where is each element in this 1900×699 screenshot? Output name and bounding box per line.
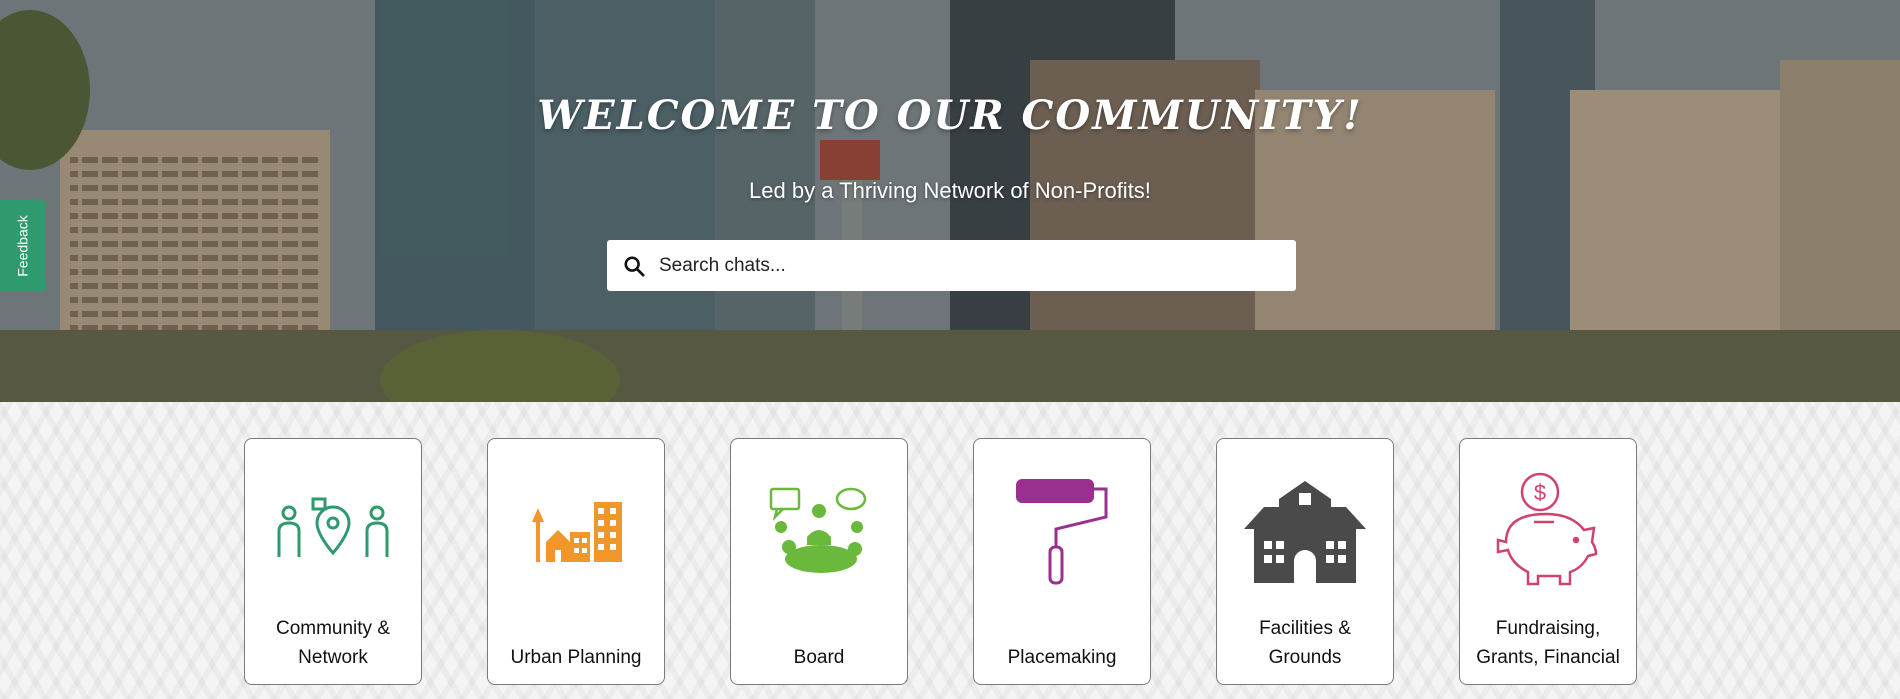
category-card-board[interactable]: Board <box>730 438 908 685</box>
category-card-urban-planning[interactable]: Urban Planning <box>487 438 665 685</box>
category-label: Community & Network <box>275 618 391 668</box>
school-building-icon <box>1244 481 1366 583</box>
hero-title: Welcome to our community! <box>537 92 1363 139</box>
piggy-bank-icon: $ <box>1496 472 1598 586</box>
search-icon <box>624 255 645 277</box>
search-bar[interactable] <box>607 240 1296 291</box>
hero-subtitle: Led by a Thriving Network of Non-Profits… <box>749 178 1151 203</box>
category-card-placemaking[interactable]: Placemaking <box>973 438 1151 685</box>
city-buildings-icon <box>532 502 622 562</box>
category-card-facilities-grounds[interactable]: Facilities & Grounds <box>1216 438 1394 685</box>
svg-text:$: $ <box>1534 480 1546 505</box>
community-network-icon <box>277 497 389 557</box>
category-label: Placemaking <box>1007 647 1117 668</box>
category-label: Facilities & Grounds <box>1259 618 1351 668</box>
hero-banner: Welcome to our community! Led by a Thriv… <box>0 0 1900 402</box>
search-input[interactable] <box>657 253 1281 278</box>
category-label: Board <box>793 647 845 668</box>
category-card-fundraising[interactable]: $ Fundraising, Grants, Financial <box>1459 438 1637 685</box>
board-meeting-icon <box>769 487 867 573</box>
category-label: Urban Planning <box>510 647 642 668</box>
paint-roller-icon <box>1016 479 1108 585</box>
feedback-tab[interactable]: Feedback <box>0 200 46 292</box>
category-label: Fundraising, Grants, Financial <box>1476 618 1620 668</box>
feedback-label: Feedback <box>15 215 32 277</box>
category-card-community-network[interactable]: Community & Network <box>244 438 422 685</box>
